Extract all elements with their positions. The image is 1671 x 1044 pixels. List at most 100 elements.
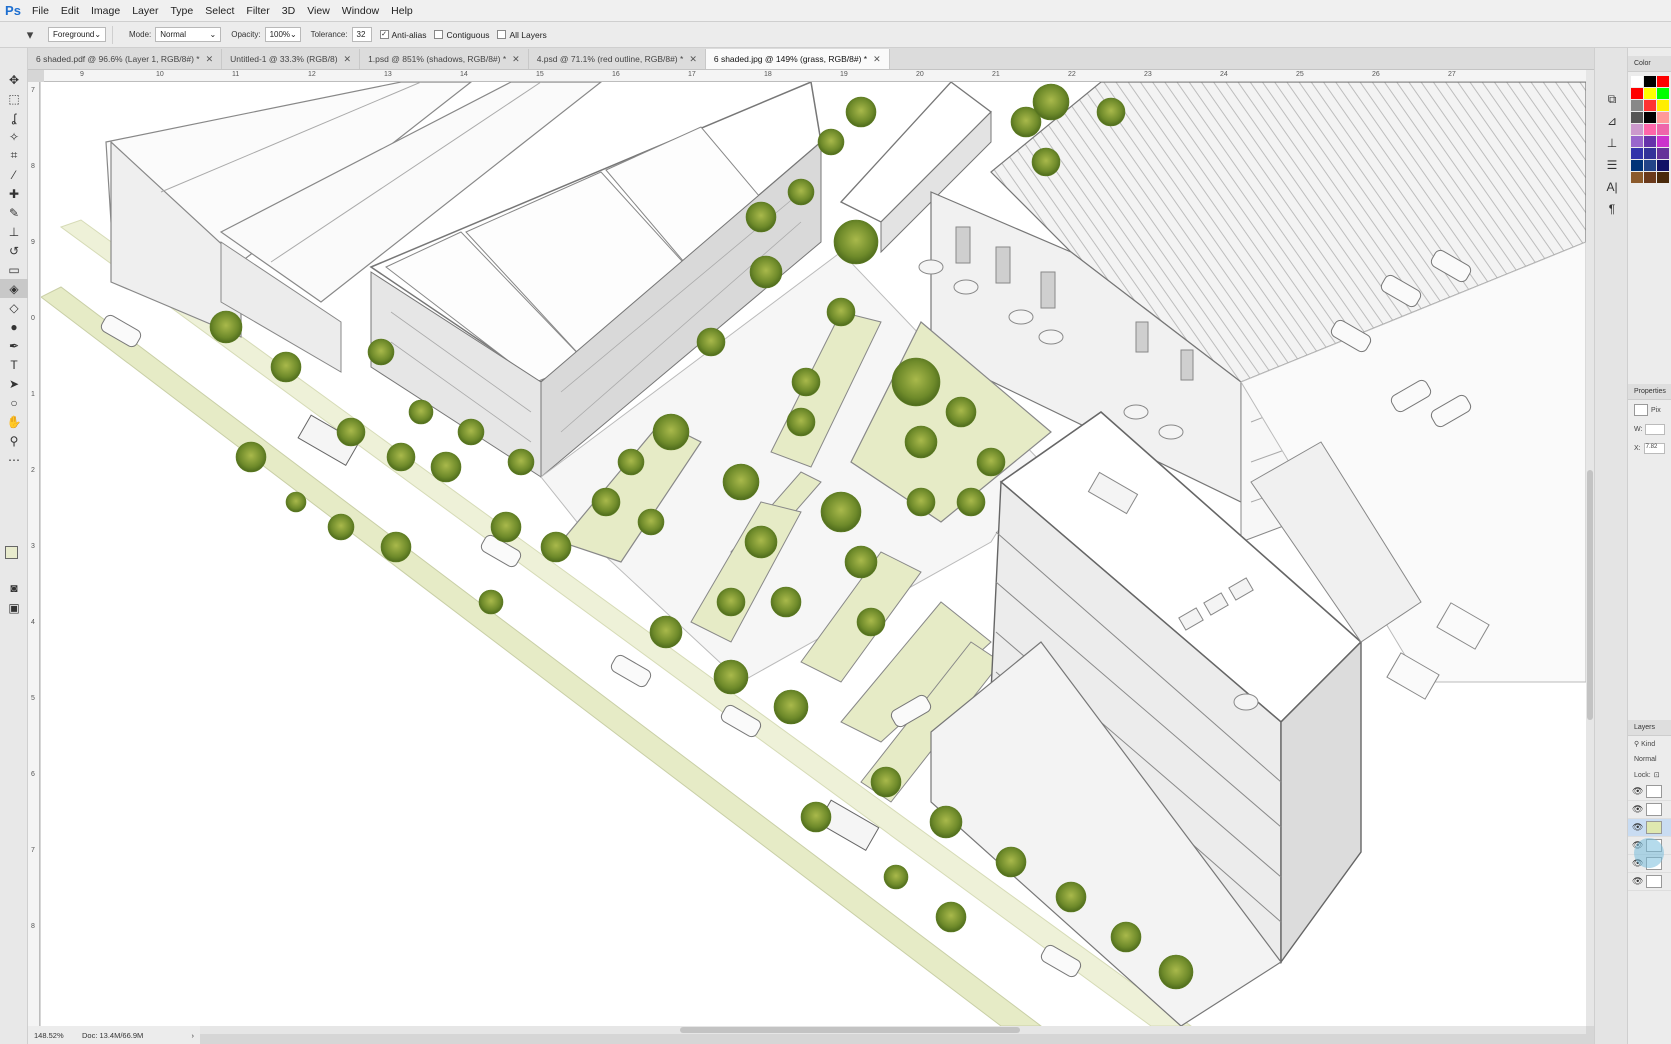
color-swatch[interactable] xyxy=(1631,76,1643,87)
color-swatch[interactable] xyxy=(1657,112,1669,123)
prop-x-field[interactable]: 7.82 xyxy=(1643,443,1665,454)
tab-4-psd[interactable]: 4.psd @ 71.1% (red outline, RGB/8#) * ✕ xyxy=(529,49,706,69)
color-swatch[interactable] xyxy=(1631,148,1643,159)
path-selection-tool-icon[interactable]: ➤ xyxy=(0,374,28,393)
lock-icon[interactable]: ⊡ xyxy=(1654,771,1660,779)
crop-tool-icon[interactable]: ⌗ xyxy=(0,146,28,165)
color-swatch[interactable] xyxy=(1631,136,1643,147)
quick-mask-icon[interactable]: ◙ xyxy=(0,578,28,597)
vertical-ruler[interactable]: 7 8 9 0 1 2 3 4 5 6 7 8 xyxy=(28,82,40,1026)
color-swatch[interactable] xyxy=(1657,100,1669,111)
vertical-scrollbar[interactable] xyxy=(1586,70,1594,1026)
character-panel-icon[interactable]: A| xyxy=(1595,176,1629,198)
mode-select[interactable]: Normal ⌄ xyxy=(155,27,222,42)
zoom-tool-icon[interactable]: ⚲ xyxy=(0,431,28,450)
type-tool-icon[interactable]: T xyxy=(0,355,28,374)
zoom-level[interactable]: 148.52% xyxy=(28,1031,72,1040)
history-panel-icon[interactable]: ⧉ xyxy=(1595,88,1629,110)
color-swatch[interactable] xyxy=(1657,172,1669,183)
horizontal-scrollbar[interactable] xyxy=(200,1026,1586,1034)
fill-source-select[interactable]: Foreground ⌄ xyxy=(48,27,106,42)
menu-edit[interactable]: Edit xyxy=(55,0,85,22)
color-swatch[interactable] xyxy=(1657,124,1669,135)
eye-icon[interactable]: 👁 xyxy=(1632,822,1646,833)
clone-source-icon[interactable]: ⊥ xyxy=(1595,132,1629,154)
menu-image[interactable]: Image xyxy=(85,0,126,22)
close-icon[interactable]: ✕ xyxy=(344,54,352,65)
color-swatch[interactable] xyxy=(1657,76,1669,87)
color-swatch[interactable] xyxy=(1631,160,1643,171)
layers-panel-title[interactable]: Layers xyxy=(1628,720,1671,736)
color-swatch[interactable] xyxy=(1657,148,1669,159)
hand-tool-icon[interactable]: ✋ xyxy=(0,412,28,431)
color-swatch[interactable] xyxy=(1657,136,1669,147)
adjustments-icon[interactable]: ☰ xyxy=(1595,154,1629,176)
contiguous-checkbox[interactable] xyxy=(434,30,444,39)
menu-layer[interactable]: Layer xyxy=(126,0,164,22)
eye-icon[interactable]: 👁 xyxy=(1632,876,1646,887)
healing-brush-tool-icon[interactable]: ✚ xyxy=(0,184,28,203)
lasso-tool-icon[interactable]: ʆ xyxy=(0,108,28,127)
paint-bucket-tool-icon[interactable]: ◈ xyxy=(0,279,28,298)
color-swatch[interactable] xyxy=(1644,124,1656,135)
marquee-tool-icon[interactable]: ⬚ xyxy=(0,89,28,108)
color-swatch[interactable] xyxy=(1644,88,1656,99)
document-canvas[interactable] xyxy=(41,82,1586,1026)
close-icon[interactable]: ✕ xyxy=(512,54,520,65)
properties-panel-title[interactable]: Properties xyxy=(1628,384,1671,400)
menu-select[interactable]: Select xyxy=(199,0,240,22)
prop-w-field[interactable] xyxy=(1645,424,1665,435)
antialias-checkbox[interactable]: ✓ xyxy=(379,30,389,39)
eyedropper-tool-icon[interactable]: ⁄ xyxy=(0,165,28,184)
blur-tool-icon[interactable]: ◇ xyxy=(0,298,28,317)
menu-file[interactable]: File xyxy=(26,0,55,22)
color-swatch[interactable] xyxy=(1631,88,1643,99)
blend-mode-row[interactable]: Normal xyxy=(1628,752,1671,767)
menu-help[interactable]: Help xyxy=(385,0,419,22)
move-tool-icon[interactable]: ✥ xyxy=(0,70,28,89)
color-swatch[interactable] xyxy=(1644,160,1656,171)
eye-icon[interactable]: 👁 xyxy=(1632,804,1646,815)
horizontal-ruler[interactable]: 9 10 11 12 13 14 15 16 17 18 19 20 21 22 23 24 25 26 27 xyxy=(44,70,1594,82)
color-swatch[interactable] xyxy=(1644,76,1656,87)
more-tools-icon[interactable]: ⋯ xyxy=(0,450,28,469)
paragraph-panel-icon[interactable]: ¶ xyxy=(1595,198,1629,220)
color-swatch[interactable] xyxy=(1644,148,1656,159)
layers-filter-row[interactable]: ⚲ Kind xyxy=(1628,736,1671,752)
paint-bucket-preset-icon[interactable]: ▾ xyxy=(12,25,48,45)
eraser-tool-icon[interactable]: ▭ xyxy=(0,260,28,279)
tab-1-psd[interactable]: 1.psd @ 851% (shadows, RGB/8#) * ✕ xyxy=(360,49,529,69)
brush-tool-icon[interactable]: ✎ xyxy=(0,203,28,222)
menu-type[interactable]: Type xyxy=(164,0,199,22)
layer-row-selected[interactable]: 👁 xyxy=(1628,819,1671,837)
tolerance-field[interactable]: 32 xyxy=(351,27,372,42)
layer-row[interactable]: 👁 xyxy=(1628,801,1671,819)
close-icon[interactable]: ✕ xyxy=(689,54,697,65)
eye-icon[interactable]: 👁 xyxy=(1632,786,1646,797)
all-layers-checkbox[interactable] xyxy=(497,30,507,39)
menu-3d[interactable]: 3D xyxy=(276,0,301,22)
pen-tool-icon[interactable]: ✒ xyxy=(0,336,28,355)
screen-mode-icon[interactable]: ▣ xyxy=(0,598,28,617)
magic-wand-tool-icon[interactable]: ✧ xyxy=(0,127,28,146)
menu-filter[interactable]: Filter xyxy=(240,0,275,22)
color-swatch[interactable] xyxy=(1644,112,1656,123)
tab-untitled-1[interactable]: Untitled-1 @ 33.3% (RGB/8) ✕ xyxy=(222,49,361,69)
menu-window[interactable]: Window xyxy=(336,0,385,22)
color-swatch[interactable] xyxy=(1644,100,1656,111)
chevron-right-icon[interactable]: › xyxy=(192,1031,201,1040)
close-icon[interactable]: ✕ xyxy=(873,54,881,65)
color-panel-title[interactable]: Color xyxy=(1628,56,1671,72)
tab-6-shaded-jpg[interactable]: 6 shaded.jpg @ 149% (grass, RGB/8#) * ✕ xyxy=(705,49,890,69)
color-swatch[interactable] xyxy=(1657,88,1669,99)
tab-6-shaded-pdf[interactable]: 6 shaded.pdf @ 96.6% (Layer 1, RGB/8#) *… xyxy=(28,49,223,69)
close-icon[interactable]: ✕ xyxy=(206,54,214,65)
brush-settings-icon[interactable]: ⊿ xyxy=(1595,110,1629,132)
color-swatch[interactable] xyxy=(1631,172,1643,183)
color-swatch[interactable] xyxy=(1631,124,1643,135)
history-brush-tool-icon[interactable]: ↺ xyxy=(0,241,28,260)
color-swatch[interactable] xyxy=(1657,160,1669,171)
ellipse-tool-icon[interactable]: ○ xyxy=(0,393,28,412)
dodge-tool-icon[interactable]: ● xyxy=(0,317,28,336)
horizontal-scroll-thumb[interactable] xyxy=(680,1027,1020,1033)
